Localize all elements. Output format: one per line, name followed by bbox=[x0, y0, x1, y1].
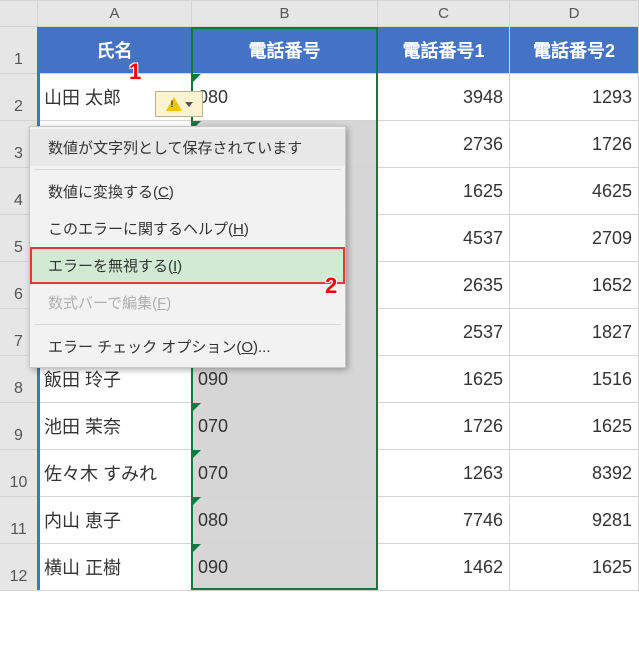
cell-C4[interactable]: 1625 bbox=[378, 168, 510, 215]
row-header-10[interactable]: 10 bbox=[0, 450, 38, 497]
spreadsheet: A B C D 1 氏名 電話番号 電話番号1 電話番号2 2 山田 太郎 08… bbox=[0, 0, 639, 591]
cell-D12[interactable]: 1625 bbox=[510, 544, 639, 591]
header-row: 1 氏名 電話番号 電話番号1 電話番号2 bbox=[0, 27, 639, 74]
col-header-D[interactable]: D bbox=[510, 1, 639, 27]
error-context-menu: 数値が文字列として保存されています 数値に変換する(C) このエラーに関するヘル… bbox=[29, 126, 346, 368]
cell-C11[interactable]: 7746 bbox=[378, 497, 510, 544]
error-indicator-button[interactable]: ! bbox=[155, 91, 203, 117]
table-row: 9 池田 茉奈 070 1726 1625 bbox=[0, 403, 639, 450]
cell-C5[interactable]: 4537 bbox=[378, 215, 510, 262]
cell-D9[interactable]: 1625 bbox=[510, 403, 639, 450]
cell-C1[interactable]: 電話番号1 bbox=[378, 27, 510, 74]
cell-B9[interactable]: 070 bbox=[192, 403, 378, 450]
col-header-B[interactable]: B bbox=[192, 1, 378, 27]
table-row: 2 山田 太郎 080 3948 1293 bbox=[0, 74, 639, 121]
cell-C3[interactable]: 2736 bbox=[378, 121, 510, 168]
ctx-separator bbox=[34, 169, 341, 170]
cell-C8[interactable]: 1625 bbox=[378, 356, 510, 403]
table-row: 11 内山 恵子 080 7746 9281 bbox=[0, 497, 639, 544]
ctx-error-check-options[interactable]: エラー チェック オプション(O)... bbox=[30, 328, 345, 365]
row-header-1[interactable]: 1 bbox=[0, 27, 38, 74]
cell-C6[interactable]: 2635 bbox=[378, 262, 510, 309]
column-headers: A B C D bbox=[0, 0, 639, 27]
col-header-A[interactable]: A bbox=[38, 1, 192, 27]
ctx-convert-to-number[interactable]: 数値に変換する(C) bbox=[30, 173, 345, 210]
cell-C7[interactable]: 2537 bbox=[378, 309, 510, 356]
cell-D6[interactable]: 1652 bbox=[510, 262, 639, 309]
cell-C2[interactable]: 3948 bbox=[378, 74, 510, 121]
cell-B12[interactable]: 090 bbox=[192, 544, 378, 591]
cell-C9[interactable]: 1726 bbox=[378, 403, 510, 450]
cell-D4[interactable]: 4625 bbox=[510, 168, 639, 215]
ctx-help-on-error[interactable]: このエラーに関するヘルプ(H) bbox=[30, 210, 345, 247]
cell-D8[interactable]: 1516 bbox=[510, 356, 639, 403]
cell-B2[interactable]: 080 bbox=[192, 74, 378, 121]
select-all-corner[interactable] bbox=[0, 1, 38, 27]
ctx-separator bbox=[34, 324, 341, 325]
cell-A11[interactable]: 内山 恵子 bbox=[38, 497, 192, 544]
col-header-C[interactable]: C bbox=[378, 1, 510, 27]
cell-D7[interactable]: 1827 bbox=[510, 309, 639, 356]
warning-triangle-icon: ! bbox=[166, 97, 182, 111]
cell-D3[interactable]: 1726 bbox=[510, 121, 639, 168]
annotation-1: 1 bbox=[129, 59, 141, 85]
ctx-ignore-error[interactable]: エラーを無視する(I) bbox=[30, 247, 345, 284]
cell-A1[interactable]: 氏名 bbox=[38, 27, 192, 74]
row-header-11[interactable]: 11 bbox=[0, 497, 38, 544]
cell-D10[interactable]: 8392 bbox=[510, 450, 639, 497]
chevron-down-icon bbox=[185, 102, 193, 107]
annotation-2: 2 bbox=[325, 273, 337, 299]
cell-D2[interactable]: 1293 bbox=[510, 74, 639, 121]
ctx-title: 数値が文字列として保存されています bbox=[30, 129, 345, 166]
row-header-9[interactable]: 9 bbox=[0, 403, 38, 450]
cell-D1[interactable]: 電話番号2 bbox=[510, 27, 639, 74]
cell-A9[interactable]: 池田 茉奈 bbox=[38, 403, 192, 450]
row-header-12[interactable]: 12 bbox=[0, 544, 38, 591]
cell-D11[interactable]: 9281 bbox=[510, 497, 639, 544]
cell-A12[interactable]: 横山 正樹 bbox=[38, 544, 192, 591]
row-header-2[interactable]: 2 bbox=[0, 74, 38, 121]
cell-B1[interactable]: 電話番号 bbox=[192, 27, 378, 74]
cell-B11[interactable]: 080 bbox=[192, 497, 378, 544]
cell-C10[interactable]: 1263 bbox=[378, 450, 510, 497]
cell-A10[interactable]: 佐々木 すみれ bbox=[38, 450, 192, 497]
cell-C12[interactable]: 1462 bbox=[378, 544, 510, 591]
table-row: 10 佐々木 すみれ 070 1263 8392 bbox=[0, 450, 639, 497]
cell-D5[interactable]: 2709 bbox=[510, 215, 639, 262]
table-row: 12 横山 正樹 090 1462 1625 bbox=[0, 544, 639, 591]
ctx-edit-in-formula-bar: 数式バーで編集(F) bbox=[30, 284, 345, 321]
cell-B10[interactable]: 070 bbox=[192, 450, 378, 497]
